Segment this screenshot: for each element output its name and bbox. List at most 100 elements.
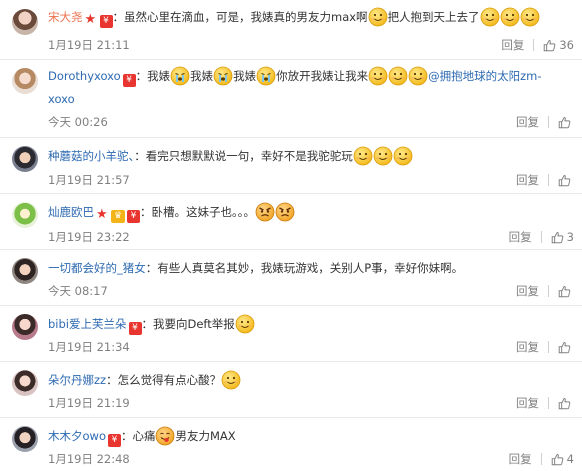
red-member-badge-icon[interactable]: ¥ <box>107 434 121 447</box>
smile-emoji-icon <box>368 66 388 86</box>
reply-button[interactable]: 回复 <box>516 114 539 130</box>
mention-link[interactable]: xoxo <box>48 92 75 106</box>
red-member-badge-icon[interactable]: ¥ <box>128 322 142 335</box>
reply-button[interactable]: 回复 <box>516 395 539 411</box>
comment-actions: 回复 <box>516 283 574 299</box>
like-button[interactable]: 4 <box>551 452 574 466</box>
comment-item: 木木夕owo ¥ ：心痛 男友力MAX 1月19日 22:48 回复 4 <box>0 418 582 471</box>
gold-badge-icon[interactable]: ♛ <box>111 210 125 223</box>
reply-button[interactable]: 回复 <box>516 339 539 355</box>
like-button[interactable] <box>558 174 574 187</box>
angry-emoji-icon <box>255 202 275 222</box>
red-member-badge-icon[interactable]: ¥ <box>122 74 136 87</box>
thumbs-up-icon <box>558 341 571 354</box>
like-button[interactable]: 3 <box>551 230 574 244</box>
avatar[interactable] <box>12 202 38 228</box>
smile-emoji-icon <box>480 7 500 27</box>
star-badge-icon[interactable]: ★ <box>85 13 98 26</box>
username-link[interactable]: 灿鹿欧巴 <box>48 205 94 219</box>
comment-line: 灿鹿欧巴 ★ ♛ ¥ ：卧槽。这妹子也。。。 <box>48 202 572 223</box>
smile-emoji-icon <box>500 7 520 27</box>
avatar[interactable] <box>12 370 38 396</box>
reply-button[interactable]: 回复 <box>516 283 539 299</box>
like-button[interactable] <box>558 285 574 298</box>
username-link[interactable]: 宋大尧 <box>48 10 83 24</box>
thumbs-up-icon <box>558 116 571 129</box>
comment-item: 种蘑菇的小羊驼、：看完只想默默说一句，幸好不是我驼驼玩 1月19日 21:57 … <box>0 138 582 193</box>
comment-line: Dorothyxoxo ¥ ：我婊 我婊 我婊 你放开我婊让我来 @拥抱地球的太阳zm- <box>48 66 572 87</box>
comment-text: ：我婊 <box>135 69 171 83</box>
comment-text: 我婊 <box>233 69 257 83</box>
comment-line: bibi爱上芙兰朵 ¥ ：我要向Deft举报 <box>48 314 572 335</box>
comment-text: ：心痛 <box>120 429 156 443</box>
like-count: 36 <box>559 38 574 52</box>
like-button[interactable] <box>558 397 574 410</box>
thumbs-up-icon <box>551 231 564 244</box>
thumbs-up-icon <box>551 453 564 466</box>
comment-text: ：怎么觉得有点心酸？ <box>106 373 222 387</box>
reply-button[interactable]: 回复 <box>509 451 532 467</box>
comment-text: ：虽然心里在滴血，可是，我婊真的男友力max啊 <box>112 10 368 24</box>
username-link[interactable]: 木木夕owo <box>48 429 106 443</box>
smile-emoji-icon <box>373 146 393 166</box>
avatar[interactable] <box>12 146 38 172</box>
divider <box>548 174 549 186</box>
comment-item: 一切都会好的_猪女：有些人真莫名其妙，我婊玩游戏，关别人P事，幸好你妹啊。 今天… <box>0 250 582 305</box>
comment-time: 1月19日 21:11 <box>48 38 130 52</box>
comment-text: ：有些人真莫名其妙，我婊玩游戏，关别人P事，幸好你妹啊。 <box>145 261 464 275</box>
divider <box>548 341 549 353</box>
reply-button[interactable]: 回复 <box>516 172 539 188</box>
comment-line: 木木夕owo ¥ ：心痛 男友力MAX <box>48 426 572 447</box>
red-member-badge-icon[interactable]: ¥ <box>127 210 140 223</box>
like-button[interactable] <box>558 116 574 129</box>
like-count: 3 <box>566 230 574 244</box>
comment-line: 种蘑菇的小羊驼、：看完只想默默说一句，幸好不是我驼驼玩 <box>48 146 572 166</box>
like-button[interactable]: 36 <box>543 38 574 52</box>
tongue-emoji-icon <box>155 426 175 446</box>
comment-text: 把人抱到天上去了 <box>387 10 480 24</box>
comment-text: 你放开我婊让我来 <box>276 69 369 83</box>
comment-time: 1月19日 21:19 <box>48 396 130 410</box>
comment-line: 宋大尧 ★ ¥ ：虽然心里在滴血，可是，我婊真的男友力max啊 把人抱到天上去了 <box>48 7 572 28</box>
avatar[interactable] <box>12 258 38 284</box>
comment-actions: 回复 3 <box>509 229 574 245</box>
star-badge-icon[interactable]: ★ <box>96 208 109 221</box>
avatar[interactable] <box>12 426 38 452</box>
comment-text: ：我要向Deft举报 <box>141 317 235 331</box>
smile-emoji-icon <box>235 314 255 334</box>
comment-line: 朵尔丹娜zz：怎么觉得有点心酸？ <box>48 370 572 390</box>
red-member-badge-icon[interactable]: ¥ <box>99 15 113 28</box>
mention-link[interactable]: @拥抱地球的太阳zm- <box>428 69 541 83</box>
divider <box>548 116 549 128</box>
comment-time: 今天 00:26 <box>48 115 108 129</box>
angry-emoji-icon <box>275 202 295 222</box>
username-link[interactable]: bibi爱上芙兰朵 <box>48 317 127 331</box>
thumbs-up-icon <box>558 285 571 298</box>
cry-emoji-icon <box>256 66 276 86</box>
smile-emoji-icon <box>520 7 540 27</box>
reply-button[interactable]: 回复 <box>501 37 524 53</box>
comment-text: 男友力MAX <box>175 429 236 443</box>
comment-line: 一切都会好的_猪女：有些人真莫名其妙，我婊玩游戏，关别人P事，幸好你妹啊。 <box>48 258 572 278</box>
comment-item: 宋大尧 ★ ¥ ：虽然心里在滴血，可是，我婊真的男友力max啊 把人抱到天上去了 1月1… <box>0 0 582 59</box>
comment-actions: 回复 36 <box>501 37 574 53</box>
reply-button[interactable]: 回复 <box>509 229 532 245</box>
username-link[interactable]: 种蘑菇的小羊驼、 <box>48 149 134 163</box>
smile-emoji-icon <box>388 66 408 86</box>
like-button[interactable] <box>558 341 574 354</box>
comment-actions: 回复 <box>516 172 574 188</box>
cry-emoji-icon <box>170 66 190 86</box>
username-link[interactable]: Dorothyxoxo <box>48 69 121 83</box>
divider <box>548 397 549 409</box>
thumbs-up-icon <box>558 397 571 410</box>
comment-text: ：看完只想默默说一句，幸好不是我驼驼玩 <box>134 149 353 163</box>
divider <box>533 39 535 51</box>
comment-item: 朵尔丹娜zz：怎么觉得有点心酸？ 1月19日 21:19 回复 <box>0 362 582 417</box>
avatar[interactable] <box>12 68 38 94</box>
comment-text: 我婊 <box>190 69 214 83</box>
avatar[interactable] <box>12 314 38 340</box>
comment-time: 1月19日 23:22 <box>48 230 130 244</box>
username-link[interactable]: 朵尔丹娜zz <box>48 373 106 387</box>
username-link[interactable]: 一切都会好的_猪女 <box>48 261 146 275</box>
avatar[interactable] <box>12 9 38 35</box>
